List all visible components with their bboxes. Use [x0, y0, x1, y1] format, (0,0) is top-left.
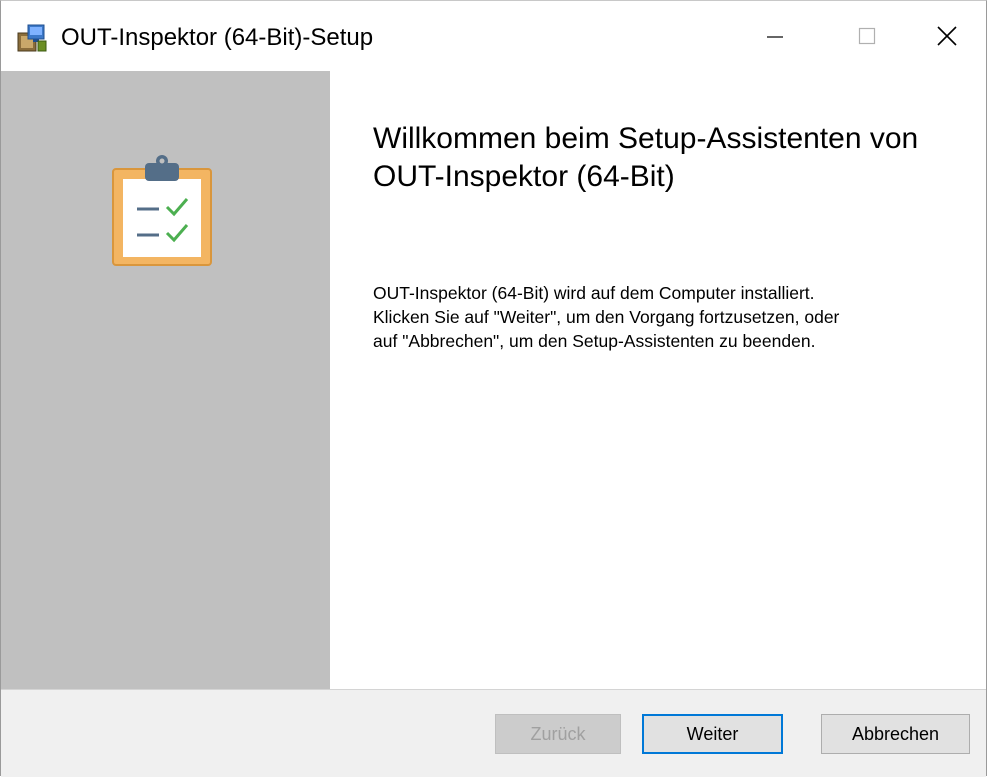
maximize-icon [858, 27, 876, 45]
wizard-content: Willkommen beim Setup-Assistenten von OU… [330, 71, 986, 689]
welcome-description: OUT-Inspektor (64-Bit) wird auf dem Comp… [373, 281, 973, 353]
close-button[interactable] [901, 1, 987, 71]
clipboard-checklist-icon [111, 155, 213, 267]
setup-window: OUT-Inspektor (64-Bit)-Setup Willkommen … [0, 0, 987, 777]
description-line: auf "Abbrechen", um den Setup-Assistente… [373, 331, 816, 351]
close-icon [937, 26, 957, 46]
minimize-icon [767, 36, 783, 38]
back-button[interactable]: Zurück [495, 714, 621, 754]
maximize-button[interactable] [821, 1, 913, 71]
minimize-button[interactable] [729, 1, 821, 71]
wizard-footer: Zurück Weiter Abbrechen [1, 690, 986, 777]
installer-icon[interactable] [16, 23, 48, 53]
description-line: OUT-Inspektor (64-Bit) wird auf dem Comp… [373, 283, 815, 303]
window-title: OUT-Inspektor (64-Bit)-Setup [61, 24, 374, 51]
cancel-button[interactable]: Abbrechen [821, 714, 970, 754]
welcome-heading: Willkommen beim Setup-Assistenten von OU… [373, 122, 919, 193]
next-button[interactable]: Weiter [642, 714, 783, 754]
wizard-sidebar [1, 71, 330, 689]
description-line: Klicken Sie auf "Weiter", um den Vorgang… [373, 307, 840, 327]
title-bar[interactable]: OUT-Inspektor (64-Bit)-Setup [1, 1, 986, 71]
